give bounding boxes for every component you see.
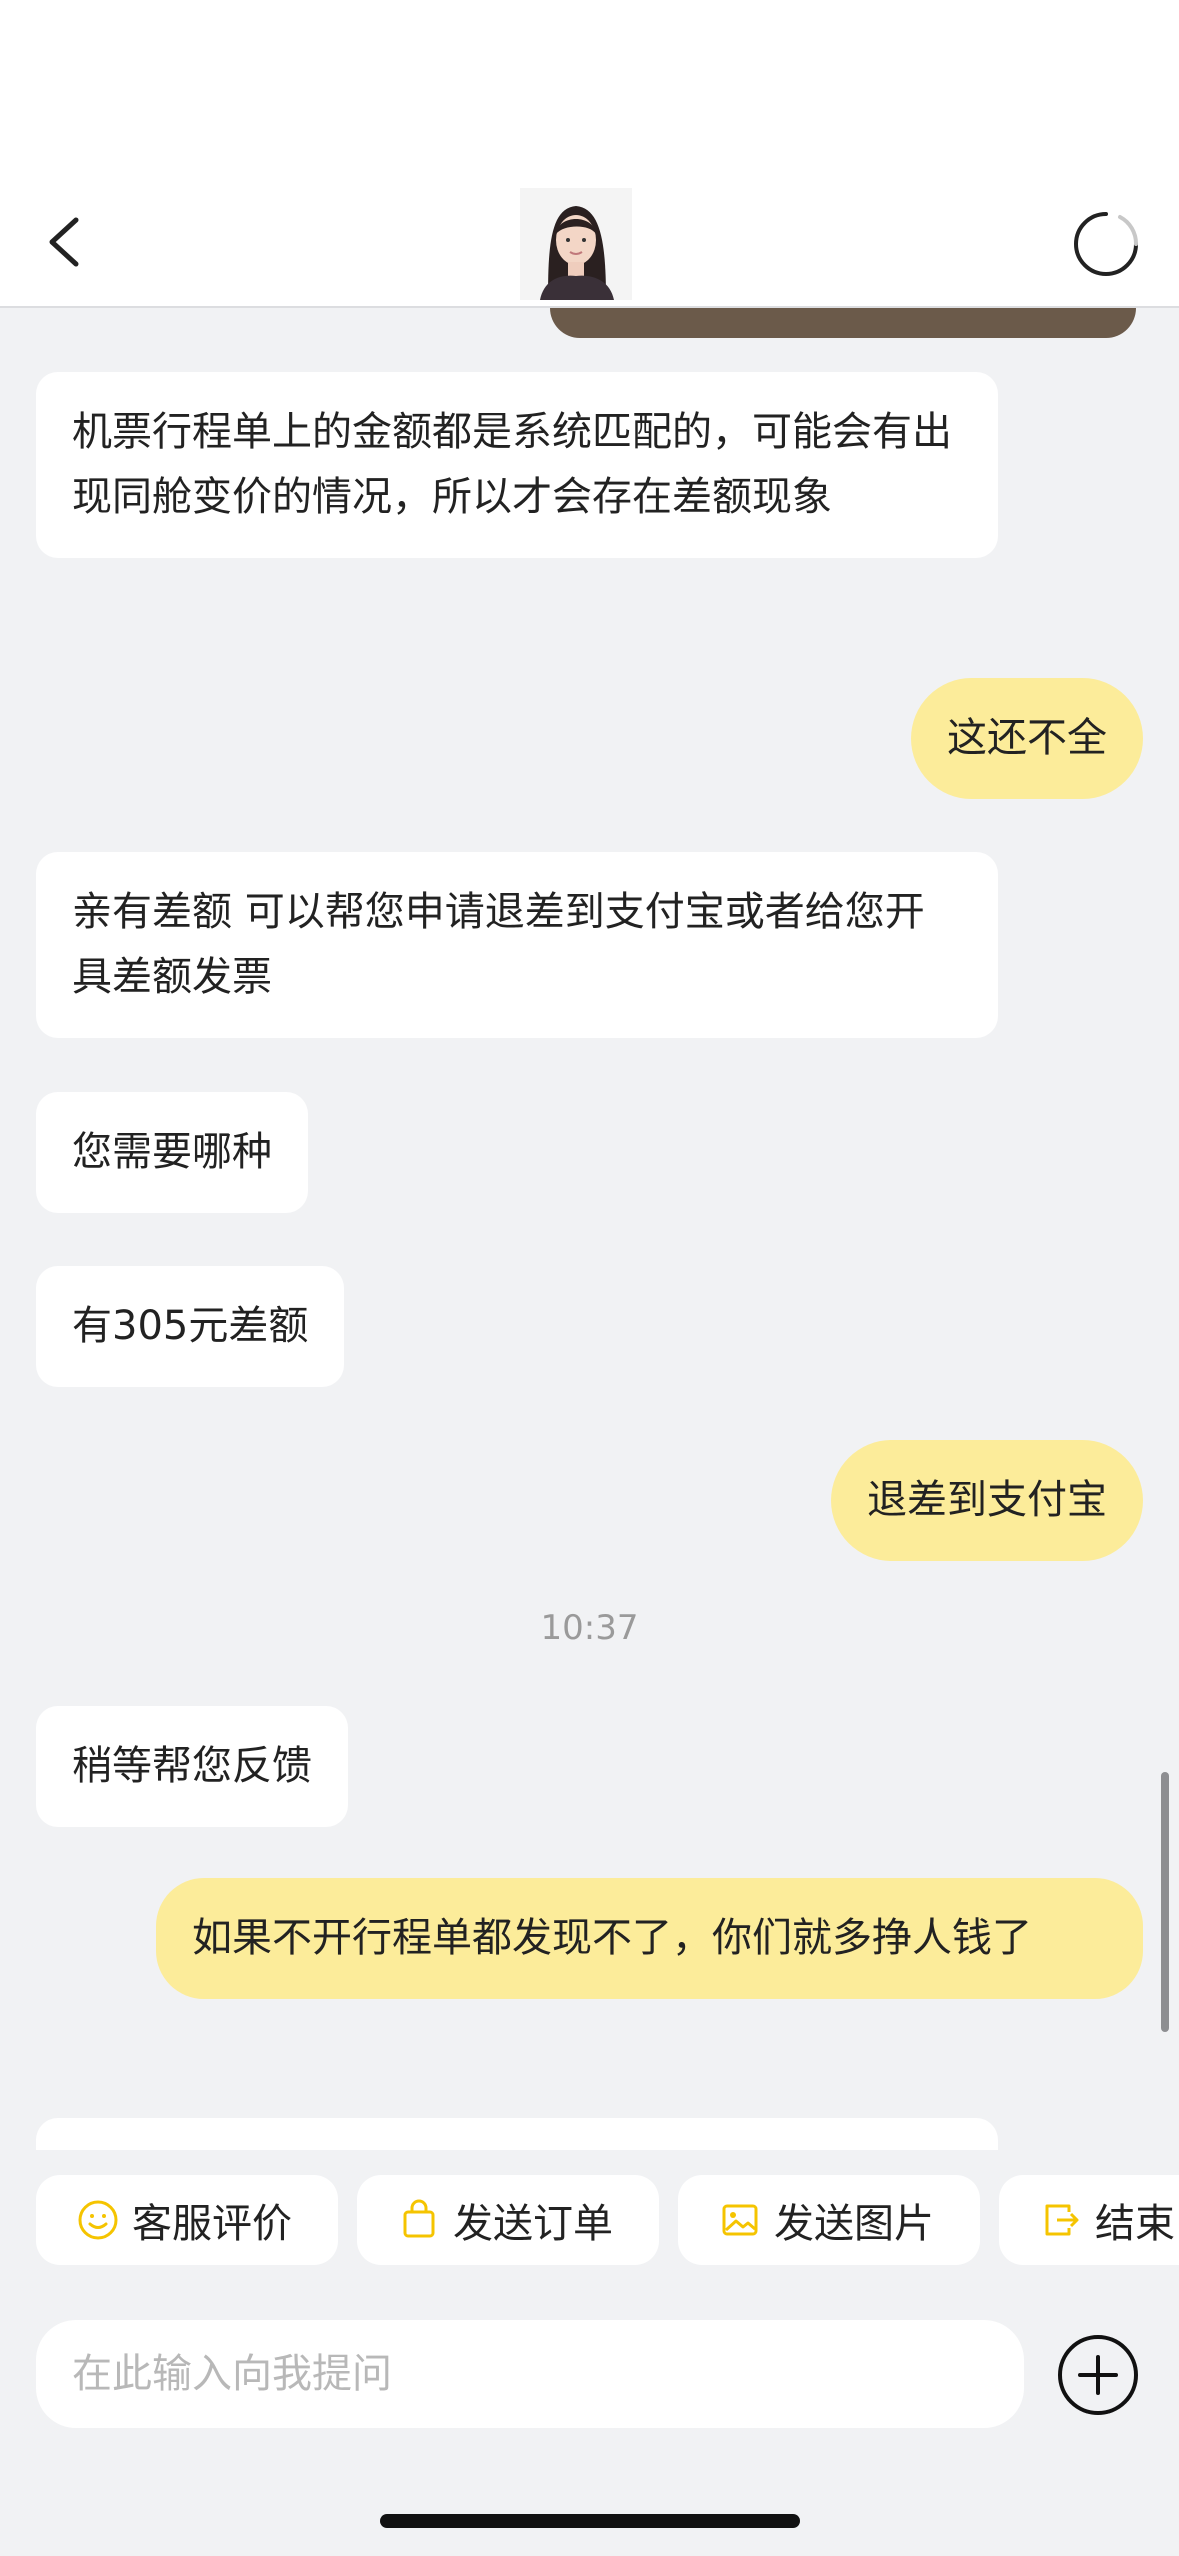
image-icon	[718, 2198, 762, 2242]
refresh-spinner-icon[interactable]	[1070, 208, 1142, 280]
chat-scrollbar[interactable]	[1161, 1772, 1169, 2032]
message-input[interactable]	[72, 2351, 1024, 2397]
exit-icon	[1039, 2198, 1083, 2242]
chip-label: 发送订单	[453, 2201, 613, 2247]
message-text: 亲有差额 可以帮您申请退差到支付宝或者给您开具差额发票	[72, 889, 925, 1000]
message-input-box[interactable]	[36, 2320, 1024, 2428]
chip-label: 发送图片	[774, 2201, 934, 2247]
chat-message-list[interactable]: 机票行程单上的金额都是系统匹配的，可能会有出现同舱变价的情况，所以才会存在差额现…	[0, 308, 1179, 2150]
smiley-icon	[76, 2198, 120, 2242]
status-bar-area	[0, 0, 1179, 190]
agent-message-bubble[interactable]: 稍等帮您反馈	[36, 1706, 348, 1827]
send-order-button[interactable]: 发送订单	[357, 2175, 659, 2265]
message-text: 机票行程单上的金额都是系统匹配的，可能会有出现同舱变价的情况，所以才会存在差额现…	[72, 409, 952, 520]
chat-header	[0, 188, 1179, 308]
user-message-bubble[interactable]: 退差到支付宝	[831, 1440, 1143, 1561]
agent-message-bubble[interactable]: 机票行程单上的金额都是系统匹配的，可能会有出现同舱变价的情况，所以才会存在差额现…	[36, 372, 998, 558]
bag-icon	[397, 2198, 441, 2242]
agent-message-bubble[interactable]: 您需要哪种	[36, 1092, 308, 1213]
message-text: 如果不开行程单都发现不了，你们就多挣人钱了	[192, 1915, 1032, 1961]
message-text: 有305元差额	[72, 1303, 309, 1349]
message-text: 退差到支付宝	[867, 1477, 1107, 1523]
agent-message-bubble[interactable]: 亲有差额 可以帮您申请退差到支付宝或者给您开具差额发票	[36, 852, 998, 1038]
plus-circle-icon[interactable]	[1056, 2333, 1140, 2417]
message-text: 这还不全	[947, 715, 1107, 761]
message-text: 您需要哪种	[72, 1129, 272, 1175]
end-session-button[interactable]: 结束	[999, 2175, 1179, 2265]
chip-label: 结束	[1095, 2201, 1175, 2247]
message-text: 稍等帮您反馈	[72, 1743, 312, 1789]
agent-avatar[interactable]	[520, 188, 632, 300]
home-indicator	[380, 2514, 800, 2528]
chevron-left-icon[interactable]	[38, 212, 98, 272]
timestamp-divider: 10:37	[540, 1608, 639, 1648]
chip-label: 客服评价	[132, 2201, 292, 2247]
agent-message-bubble-partial[interactable]	[36, 2118, 998, 2150]
user-message-bubble[interactable]: 如果不开行程单都发现不了，你们就多挣人钱了	[156, 1878, 1143, 1999]
user-message-bubble[interactable]: 这还不全	[911, 678, 1143, 799]
send-image-button[interactable]: 发送图片	[678, 2175, 980, 2265]
agent-message-bubble[interactable]: 有305元差额	[36, 1266, 345, 1387]
image-message-partial[interactable]	[550, 308, 1136, 338]
rate-service-button[interactable]: 客服评价	[36, 2175, 338, 2265]
quick-action-bar: 客服评价 发送订单 发送图片 结束	[0, 2150, 1179, 2280]
